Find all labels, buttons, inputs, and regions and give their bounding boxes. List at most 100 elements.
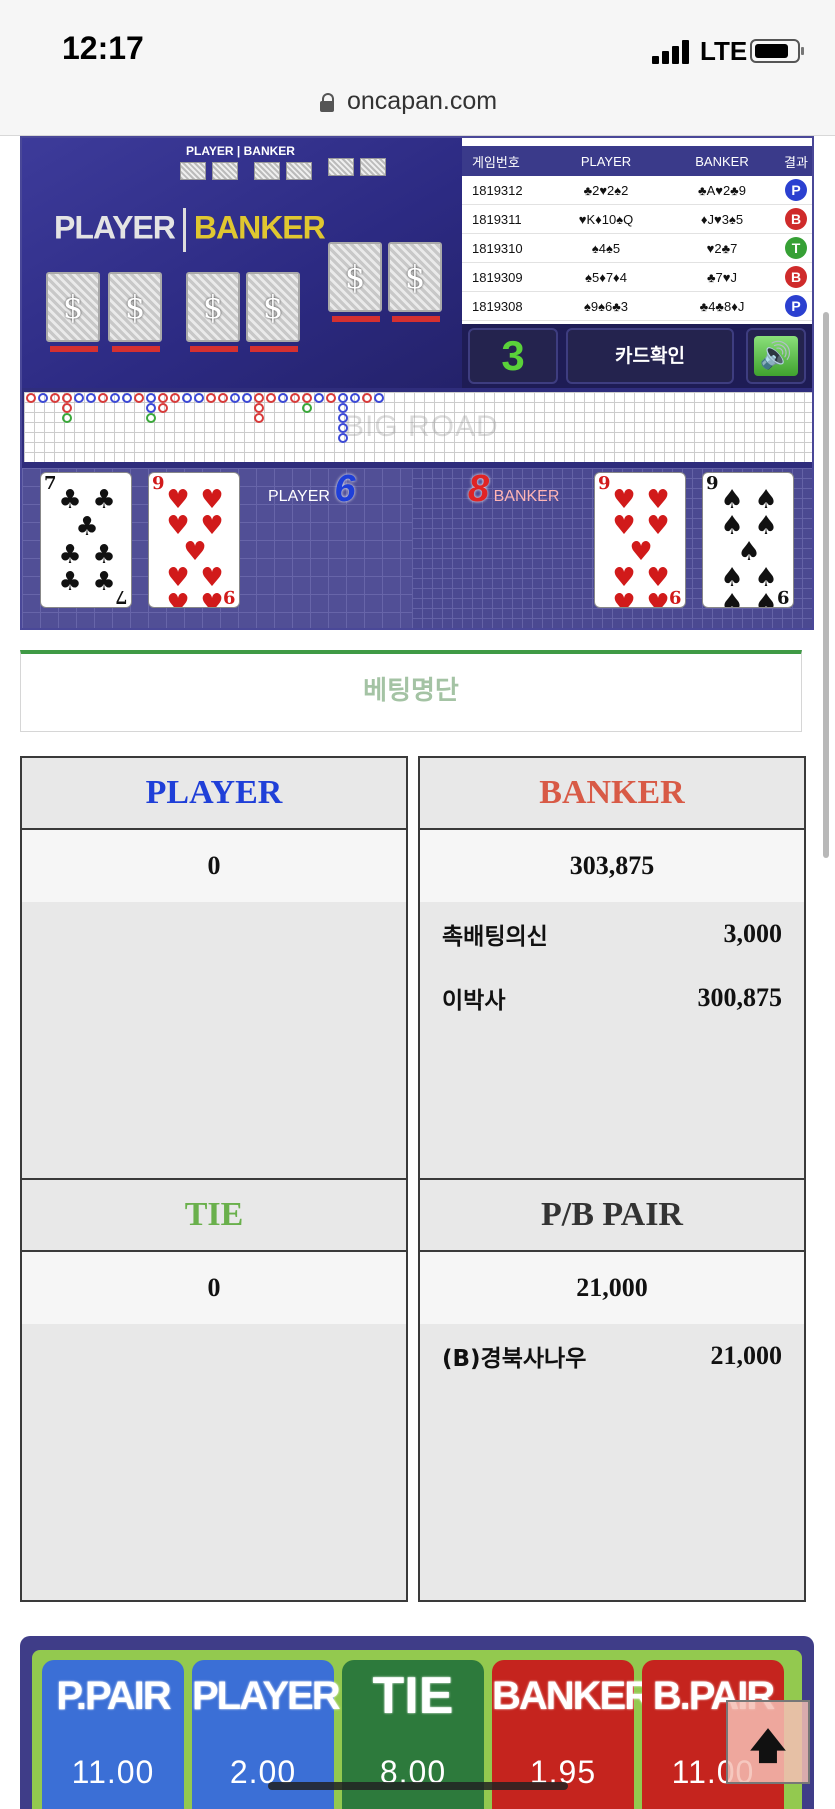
pair-panel-header: P/B PAIR xyxy=(420,1180,804,1252)
pair-total: 21,000 xyxy=(420,1252,804,1324)
bead-marker xyxy=(26,393,36,403)
home-indicator xyxy=(268,1782,568,1790)
result-badge: B xyxy=(785,266,807,288)
bead-marker xyxy=(98,393,108,403)
bead-marker xyxy=(362,393,372,403)
bead-marker xyxy=(62,393,72,403)
game-history-table: 게임번호 PLAYER BANKER 결과 1819312 ♣2♥2♠2 ♣A♥2♣… xyxy=(462,138,812,324)
card-back xyxy=(388,242,442,322)
scroll-to-top-button[interactable]: 🡅 xyxy=(726,1700,810,1784)
arrow-up-icon: 🡅 xyxy=(749,1726,787,1767)
bead-marker xyxy=(170,393,180,403)
bead-marker xyxy=(302,393,312,403)
bead-marker xyxy=(338,423,348,433)
bead-marker xyxy=(266,393,276,403)
bead-marker xyxy=(218,393,228,403)
bead-marker xyxy=(254,403,264,413)
table-card xyxy=(360,158,386,176)
tie-panel-header: TIE xyxy=(22,1180,406,1252)
bead-marker xyxy=(110,393,120,403)
card-back xyxy=(246,272,300,352)
countdown-display: 3 xyxy=(468,328,558,384)
bead-marker xyxy=(374,393,384,403)
player-score: 6 xyxy=(334,468,356,510)
bead-marker xyxy=(182,393,192,403)
bead-marker xyxy=(50,393,60,403)
big-road-watermark: BIG ROAD xyxy=(344,410,499,443)
player-score-label: PLAYER 6 xyxy=(268,468,356,510)
p-pair-bet-button[interactable]: P.PAIR 11.00 xyxy=(42,1660,184,1809)
card-back xyxy=(46,272,100,352)
banker-card-2: 9 ♠ ♠ ♠ ♠ ♠ ♠ ♠ ♠ ♠ 9 xyxy=(702,472,794,608)
banker-card-1: 9 ♥ ♥ ♥ ♥ ♥ ♥ ♥ ♥ ♥ 9 xyxy=(594,472,686,608)
battery-icon xyxy=(750,39,804,63)
bead-marker xyxy=(158,403,168,413)
history-row: 1819309 ♠5♦7♦4 ♣7♥J B xyxy=(462,263,812,292)
bead-marker xyxy=(62,403,72,413)
bettor-row: 이박사 300,875 xyxy=(442,983,782,1014)
bead-marker xyxy=(314,393,324,403)
big-road-board: BIG ROAD xyxy=(24,392,812,462)
bead-marker xyxy=(338,413,348,423)
bet-list-title: 베팅명단 xyxy=(20,650,802,732)
page-scrollbar[interactable] xyxy=(823,312,829,858)
tie-bet-panel: TIE 0 xyxy=(20,1178,408,1602)
bettor-row: 촉배팅의신 3,000 xyxy=(442,919,782,950)
card-confirm-button[interactable]: 카드확인 xyxy=(566,328,734,384)
status-bar: 12:17 LTE xyxy=(0,0,835,80)
bead-marker xyxy=(146,403,156,413)
card-back xyxy=(108,272,162,352)
address-bar[interactable]: oncapan.com xyxy=(0,80,835,136)
banker-bet-panel: BANKER 303,875 촉배팅의신 3,000 이박사 300,875 xyxy=(418,756,806,1180)
bead-marker xyxy=(338,433,348,443)
banker-panel-header: BANKER xyxy=(420,758,804,830)
history-row: 1819310 ♠4♠5 ♥2♣7 T xyxy=(462,234,812,263)
banker-score-label: 8 BANKER xyxy=(468,468,560,510)
current-hand: 7 ♣ ♣ ♣ ♣ ♣ ♣ ♣ 7 9 ♥ ♥ ♥ ♥ ♥ ♥ ♥ ♥ ♥ 9 PLAYER 6 8 BAN… xyxy=(22,468,812,628)
game-controls: 3 카드확인 🔊 xyxy=(462,324,812,388)
result-badge: P xyxy=(785,295,807,317)
player-bet-panel: PLAYER 0 xyxy=(20,756,408,1180)
signal-icon xyxy=(652,40,692,64)
network-label: LTE xyxy=(700,36,748,66)
table-card xyxy=(212,162,238,180)
table-card xyxy=(286,162,312,180)
bead-marker xyxy=(278,393,288,403)
player-card-2: 9 ♥ ♥ ♥ ♥ ♥ ♥ ♥ ♥ ♥ 9 xyxy=(148,472,240,608)
card-back xyxy=(186,272,240,352)
player-card-1: 7 ♣ ♣ ♣ ♣ ♣ ♣ ♣ 7 xyxy=(40,472,132,608)
banker-score: 8 xyxy=(468,468,490,510)
bead-marker xyxy=(134,393,144,403)
bead-marker xyxy=(338,393,348,403)
table-card xyxy=(328,158,354,176)
bead-marker xyxy=(254,413,264,423)
bead-marker xyxy=(338,403,348,413)
bead-marker xyxy=(62,413,72,423)
pair-bet-panel: P/B PAIR 21,000 (B)경북사나우 21,000 xyxy=(418,1178,806,1602)
bead-marker xyxy=(194,393,204,403)
bead-marker xyxy=(206,393,216,403)
result-badge: P xyxy=(785,179,807,201)
bead-marker xyxy=(350,393,360,403)
lock-icon xyxy=(320,93,336,113)
result-badge: T xyxy=(785,237,807,259)
video-table-label: PLAYER | BANKER xyxy=(186,144,295,158)
baccarat-game-panel: PLAYER | BANKER PLAYERBANKER 게임번호 PLAYER… xyxy=(20,136,814,630)
url-text[interactable]: oncapan.com xyxy=(347,87,497,116)
history-header: 게임번호 PLAYER BANKER 결과 xyxy=(462,146,812,176)
bead-marker xyxy=(326,393,336,403)
bead-marker xyxy=(74,393,84,403)
bead-marker xyxy=(38,393,48,403)
table-card xyxy=(254,162,280,180)
bead-marker xyxy=(146,393,156,403)
speaker-icon: 🔊 xyxy=(754,336,798,376)
bead-marker xyxy=(290,393,300,403)
sound-toggle-button[interactable]: 🔊 xyxy=(746,328,806,384)
player-total: 0 xyxy=(22,830,406,902)
bead-marker xyxy=(302,403,312,413)
bead-marker xyxy=(242,393,252,403)
bead-marker xyxy=(146,413,156,423)
status-time: 12:17 xyxy=(62,30,144,66)
banker-total: 303,875 xyxy=(420,830,804,902)
history-row: 1819308 ♠9♠6♣3 ♣4♣8♦J P xyxy=(462,292,812,321)
